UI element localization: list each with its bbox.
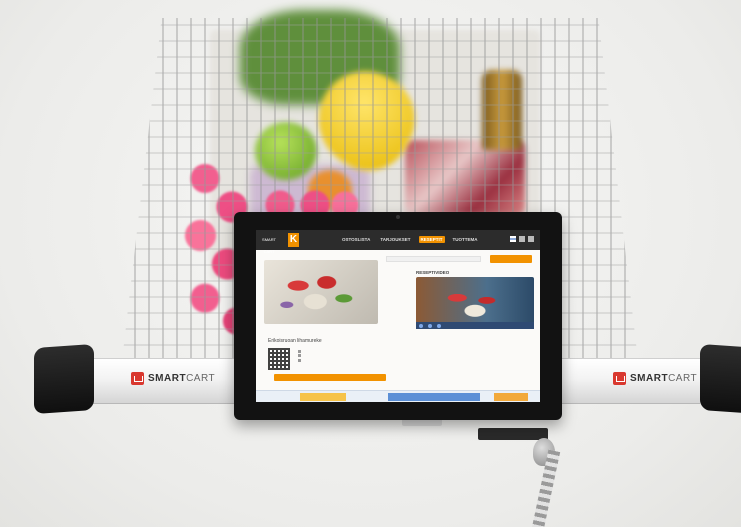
volume-icon[interactable] — [428, 323, 432, 328]
tablet-screen[interactable]: SMART CART K OSTOSLISTA TARJOUKSET RESEP… — [256, 230, 540, 402]
mount-clip — [478, 428, 548, 440]
ad-banner-1[interactable] — [300, 393, 346, 401]
photo-scene: SMARTCART SMARTCART SMART CART K OSTOSLI… — [0, 0, 741, 527]
flag-icon[interactable] — [510, 236, 516, 242]
play-icon[interactable] — [419, 323, 423, 328]
tab-products[interactable]: TUOTTEMA — [451, 236, 480, 243]
fullscreen-icon[interactable] — [437, 323, 441, 328]
recipe-title: Erikoisruoan lihamureke — [268, 338, 322, 344]
tablet-device: SMART CART K OSTOSLISTA TARJOUKSET RESEP… — [234, 212, 562, 420]
info-icon — [298, 349, 301, 353]
smartcart-logo-right: SMARTCART — [613, 372, 697, 385]
app-nav: OSTOSLISTA TARJOUKSET RESEPTIT TUOTTEMA — [340, 236, 480, 243]
tab-shopping-list[interactable]: OSTOSLISTA — [340, 236, 372, 243]
info-icon — [298, 354, 301, 357]
bottom-ad-bar — [256, 390, 540, 402]
camera-icon — [396, 215, 400, 219]
k-market-logo: K — [288, 233, 299, 247]
app-topbar: SMART CART K OSTOSLISTA TARJOUKSET RESEP… — [256, 230, 540, 254]
brand-text-right-thin: CART — [668, 373, 698, 384]
section-title: RESEPTIVIDEO — [416, 270, 450, 275]
cart-icon — [131, 372, 144, 385]
smartcart-logo-left: SMARTCART — [131, 372, 215, 385]
brand-text-left-thin: CART — [186, 373, 216, 384]
recipe-photo[interactable] — [264, 260, 378, 324]
topbar-icons — [510, 236, 534, 242]
search-input[interactable] — [386, 256, 481, 262]
tab-recipes[interactable]: RESEPTIT — [418, 236, 445, 243]
brand-text-right: SMART — [630, 373, 669, 384]
user-icon[interactable] — [519, 236, 525, 242]
search-button[interactable] — [490, 255, 532, 263]
smartcart-app-logo: SMART CART — [262, 237, 276, 254]
cart-icon — [613, 372, 626, 385]
info-icon — [298, 358, 301, 362]
recipe-info — [298, 348, 305, 362]
video-controls[interactable] — [416, 322, 534, 329]
brand-text-left: SMART — [148, 373, 187, 384]
tab-offers[interactable]: TARJOUKSET — [378, 236, 412, 243]
handle-endcap-right — [700, 343, 741, 415]
cart-icon[interactable] — [528, 236, 534, 242]
ad-banner-2[interactable] — [388, 393, 480, 401]
qr-code — [268, 348, 290, 370]
add-to-list-button[interactable] — [274, 374, 386, 381]
handle-endcap-left — [34, 343, 94, 415]
ad-banner-3[interactable] — [494, 393, 528, 401]
